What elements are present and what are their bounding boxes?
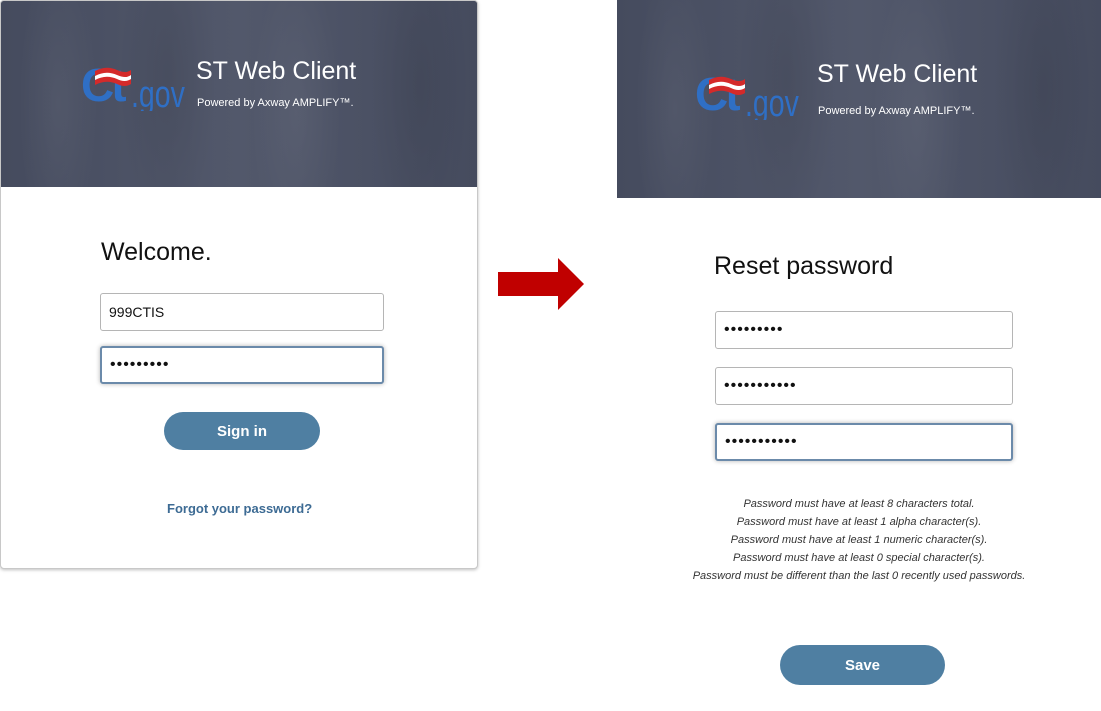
login-panel: Ct .gov ST Web Client Powered by Axway A…	[0, 0, 478, 569]
confirm-password-input[interactable]	[715, 423, 1013, 461]
login-banner: Ct .gov ST Web Client Powered by Axway A…	[1, 1, 477, 187]
sign-in-button[interactable]: Sign in	[164, 412, 320, 450]
current-password-input[interactable]	[715, 311, 1013, 349]
reset-password-heading: Reset password	[714, 252, 894, 280]
password-rule: Password must be different than the last…	[692, 570, 1026, 582]
reset-panel: Ct .gov ST Web Client Powered by Axway A…	[617, 0, 1101, 711]
app-subtitle: Powered by Axway AMPLIFY™.	[818, 105, 975, 117]
svg-text:.gov: .gov	[745, 83, 799, 120]
password-rule: Password must have at least 8 characters…	[743, 498, 975, 510]
svg-text:.gov: .gov	[131, 74, 185, 111]
ct-gov-logo: Ct .gov	[81, 59, 185, 111]
welcome-heading: Welcome.	[101, 238, 212, 266]
ct-gov-logo: Ct .gov	[695, 68, 799, 120]
app-subtitle: Powered by Axway AMPLIFY™.	[197, 97, 354, 109]
arrow-right-icon	[498, 258, 584, 310]
app-title: ST Web Client	[817, 60, 978, 88]
forgot-password-link[interactable]: Forgot your password?	[167, 501, 312, 516]
app-title: ST Web Client	[196, 57, 357, 85]
save-button[interactable]: Save	[780, 645, 945, 685]
password-rule: Password must have at least 0 special ch…	[733, 552, 985, 564]
new-password-input[interactable]	[715, 367, 1013, 405]
password-rule: Password must have at least 1 numeric ch…	[730, 534, 988, 546]
password-input[interactable]	[100, 346, 384, 384]
reset-banner: Ct .gov ST Web Client Powered by Axway A…	[617, 0, 1101, 198]
username-input[interactable]	[100, 293, 384, 331]
password-rule: Password must have at least 1 alpha char…	[736, 516, 982, 528]
